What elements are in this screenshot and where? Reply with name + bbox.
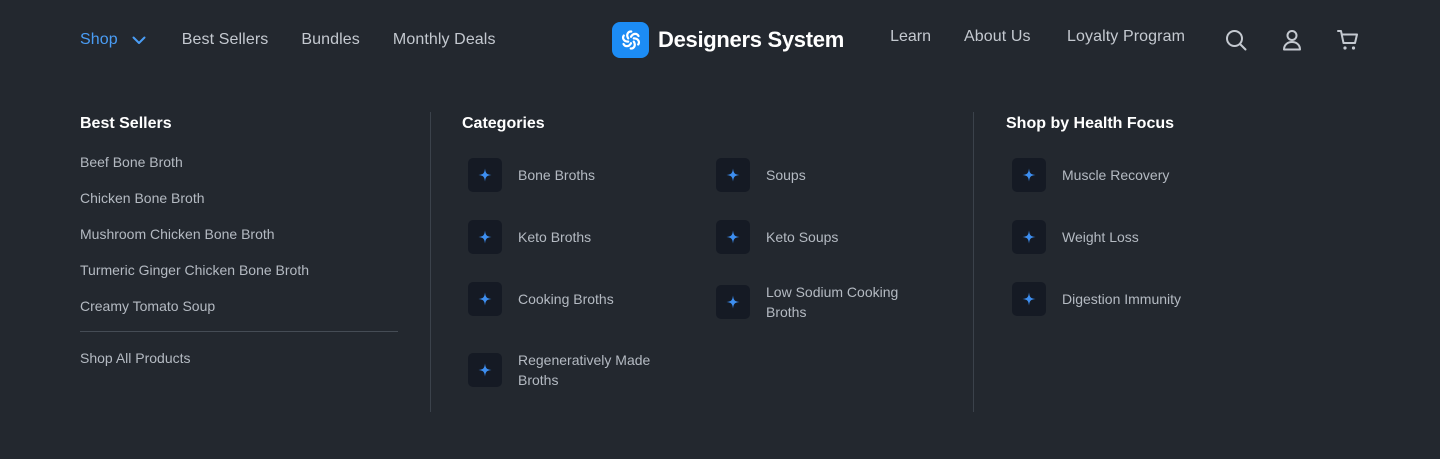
sparkle-icon [716,158,750,192]
health-label: Weight Loss [1062,229,1139,245]
brand-name: Designers System [658,27,844,52]
sparkle-icon [1012,282,1046,316]
nav-learn[interactable]: Learn [890,28,934,52]
category-bone-broths[interactable]: Bone Broths [468,158,595,192]
categories-heading: Categories [462,115,545,132]
best-seller-link[interactable]: Creamy Tomato Soup [80,298,215,314]
category-label: Low Sodium Cooking Broths [766,284,899,320]
nav-left: Shop Best Sellers Bundles Monthly Deals [80,28,529,52]
health-digestion-immunity[interactable]: Digestion Immunity [1012,282,1181,316]
best-seller-link[interactable]: Beef Bone Broth [80,154,183,170]
sparkle-icon [1012,220,1046,254]
category-label: Soups [766,167,806,183]
nav-loyalty-program[interactable]: Loyalty Program [1067,28,1185,46]
column-divider [973,112,974,412]
best-seller-link[interactable]: Mushroom Chicken Bone Broth [80,226,275,242]
nav-shop-label: Shop [80,31,118,48]
category-keto-broths[interactable]: Keto Broths [468,220,591,254]
category-label: Keto Soups [766,229,839,245]
category-regeneratively-made-broths[interactable]: Regeneratively Made Broths [468,350,678,390]
nav-best-sellers[interactable]: Best Sellers [182,31,269,49]
nav-learn-label: Learn [890,28,931,45]
health-muscle-recovery[interactable]: Muscle Recovery [1012,158,1169,192]
nav-about-us[interactable]: About Us [964,28,1031,46]
top-navigation: Shop Best Sellers Bundles Monthly Deals … [0,0,1440,80]
logo-icon [612,22,649,58]
user-icon[interactable] [1279,27,1305,53]
sparkle-icon [1012,158,1046,192]
category-label: Bone Broths [518,167,596,183]
category-cooking-broths[interactable]: Cooking Broths [468,282,614,316]
health-label: Muscle Recovery [1062,167,1170,183]
category-keto-soups[interactable]: Keto Soups [716,220,838,254]
health-weight-loss[interactable]: Weight Loss [1012,220,1139,254]
sparkle-icon [716,220,750,254]
chevron-down-icon [132,36,146,44]
cart-icon[interactable] [1335,27,1361,53]
nav-bundles[interactable]: Bundles [301,31,360,49]
divider [80,331,398,332]
health-focus-heading: Shop by Health Focus [1006,115,1175,132]
sparkle-icon [716,285,750,319]
sparkle-icon [468,353,502,387]
best-sellers-heading: Best Sellers [80,115,172,132]
category-label: Keto Broths [518,229,592,245]
column-divider [430,112,431,412]
category-low-sodium-cooking-broths[interactable]: Low Sodium Cooking Broths [716,282,926,322]
category-soups[interactable]: Soups [716,158,806,192]
nav-monthly-deals[interactable]: Monthly Deals [393,31,496,49]
best-seller-link[interactable]: Chicken Bone Broth [80,190,205,206]
shop-all-products-link[interactable]: Shop All Products [80,350,191,366]
brand-logo-link[interactable]: Designers System [612,22,844,58]
search-icon[interactable] [1223,27,1249,53]
health-label: Digestion Immunity [1062,291,1182,307]
best-seller-link[interactable]: Turmeric Ginger Chicken Bone Broth [80,262,309,278]
sparkle-icon [468,282,502,316]
nav-shop[interactable]: Shop [80,31,146,49]
category-label: Regeneratively Made Broths [518,352,651,388]
sparkle-icon [468,220,502,254]
sparkle-icon [468,158,502,192]
category-label: Cooking Broths [518,291,614,307]
